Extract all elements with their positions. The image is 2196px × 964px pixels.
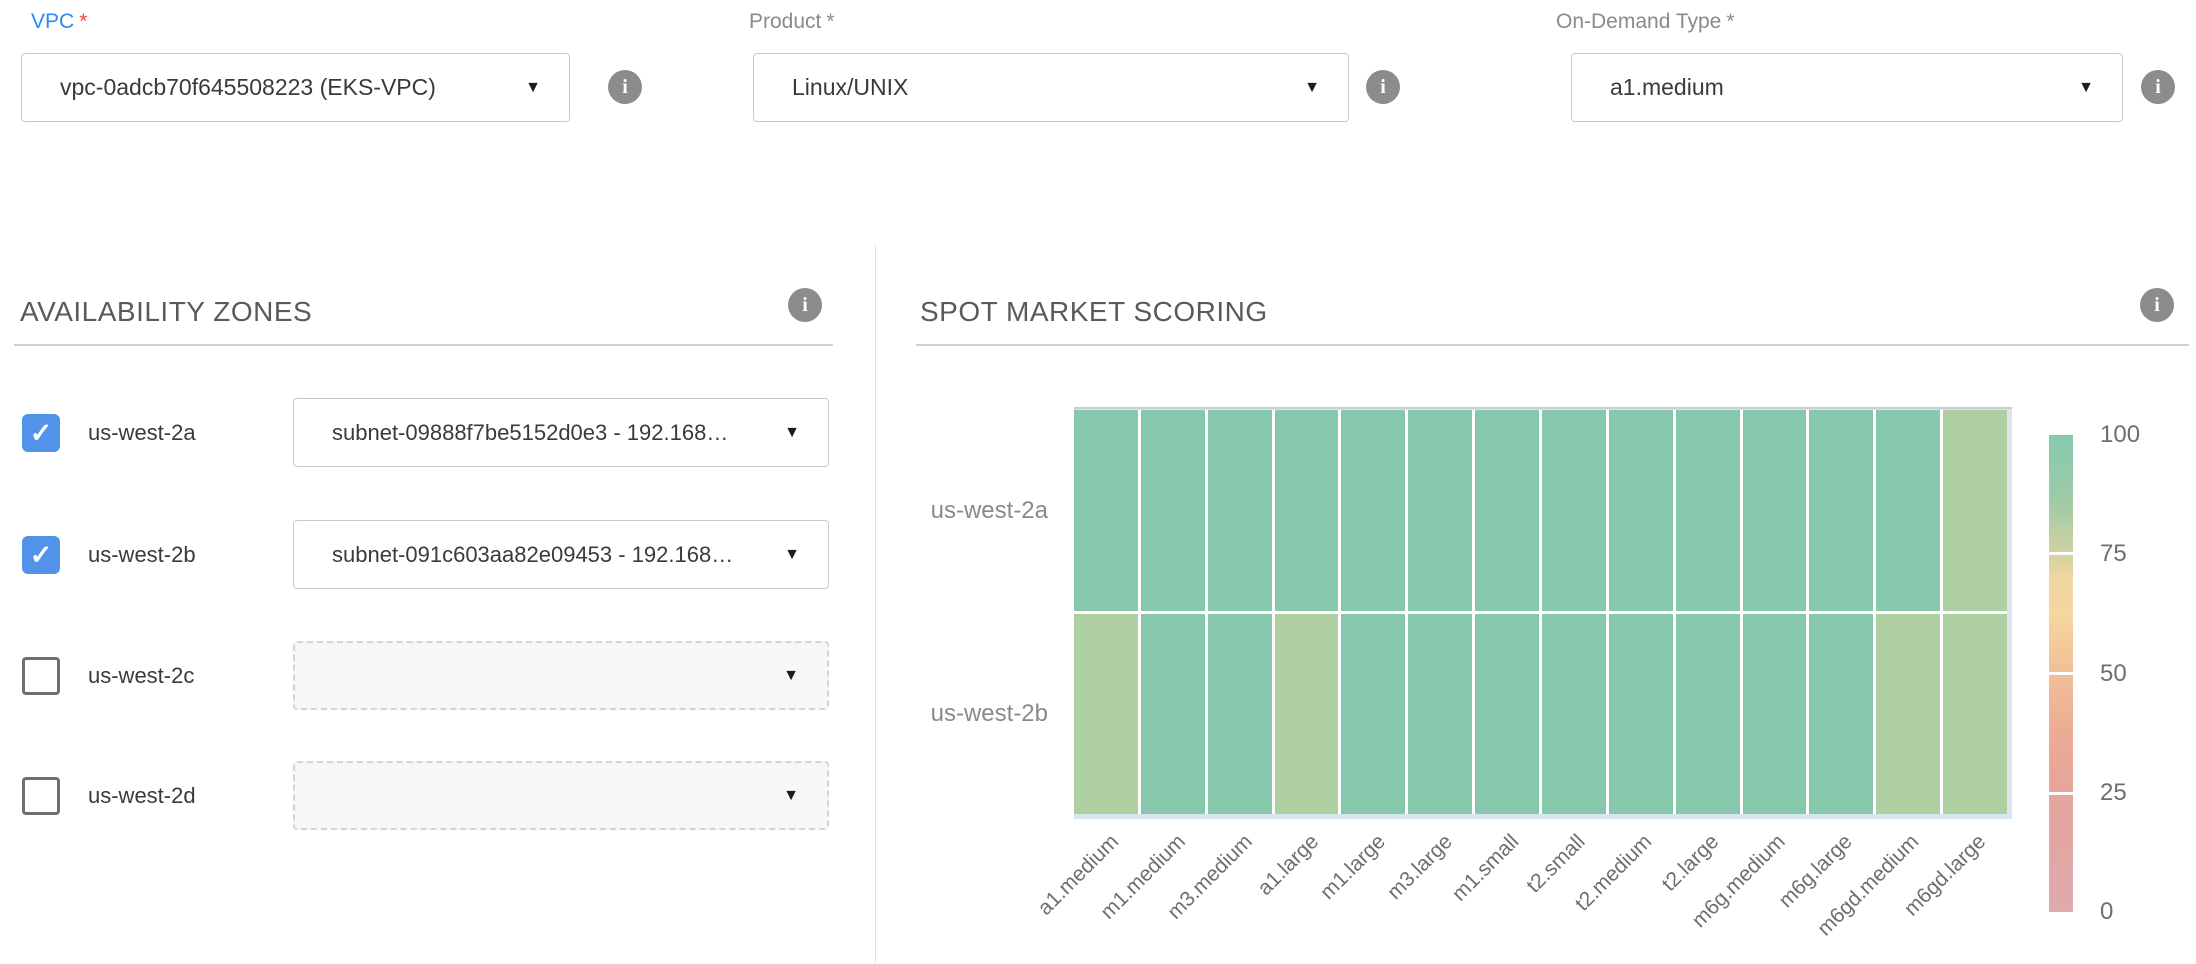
- required-asterisk: *: [826, 10, 834, 33]
- spot-config-page: VPC* vpc-0adcb70f645508223 (EKS-VPC) ▼ i…: [0, 0, 2196, 964]
- chevron-down-icon: ▼: [783, 668, 799, 684]
- heatmap-cell-us-west-2b-t2.medium: [1609, 614, 1673, 815]
- product-label-text: Product: [749, 10, 821, 33]
- x-axis-label-m3.large: m3.large: [1383, 830, 1458, 905]
- chevron-down-icon: ▼: [784, 425, 800, 441]
- required-asterisk: *: [1726, 10, 1734, 33]
- heatmap-cell-us-west-2b-m1.medium: [1141, 614, 1205, 815]
- heatmap-cell-us-west-2b-a1.large: [1275, 614, 1339, 815]
- y-axis-label-us-west-2a: us-west-2a: [878, 497, 1048, 525]
- heatmap-cell-us-west-2b-m6gd.medium: [1876, 614, 1940, 815]
- heatmap-cell-us-west-2a-m1.medium: [1141, 410, 1205, 611]
- heatmap-cell-us-west-2b-a1.medium: [1074, 614, 1138, 815]
- vpc-label: VPC*: [31, 10, 87, 34]
- zone-label: us-west-2d: [88, 761, 196, 830]
- checkbox-us-west-2a[interactable]: ✓: [22, 414, 60, 452]
- subnet-select-value: subnet-091c603aa82e09453 - 192.168…: [294, 542, 772, 568]
- heatmap-cell-us-west-2a-m1.small: [1475, 410, 1539, 611]
- heatmap-cell-us-west-2a-m6gd.large: [1943, 410, 2007, 611]
- checkbox-us-west-2d[interactable]: ✓: [22, 777, 60, 815]
- zone-label: us-west-2a: [88, 398, 196, 467]
- heatmap-cell-us-west-2a-m3.large: [1408, 410, 1472, 611]
- chevron-down-icon: ▼: [784, 547, 800, 563]
- on-demand-type-label-text: On-Demand Type: [1556, 10, 1721, 33]
- vpc-info-icon[interactable]: i: [608, 70, 642, 104]
- product-label: Product*: [749, 10, 835, 34]
- subnet-select-value: subnet-09888f7be5152d0e3 - 192.168…: [294, 420, 772, 446]
- legend-tick-label-50: 50: [2100, 660, 2127, 688]
- heatmap-cell-us-west-2b-m3.large: [1408, 614, 1472, 815]
- heatmap-cell-us-west-2a-t2.small: [1542, 410, 1606, 611]
- on-demand-type-select[interactable]: a1.medium ▼: [1571, 53, 2123, 122]
- heatmap-cell-us-west-2b-m6g.large: [1809, 614, 1873, 815]
- availability-zones-info-icon[interactable]: i: [788, 288, 822, 322]
- y-axis-label-us-west-2b: us-west-2b: [878, 700, 1048, 728]
- heatmap-cell-us-west-2b-m1.large: [1341, 614, 1405, 815]
- heatmap-cell-us-west-2a-m3.medium: [1208, 410, 1272, 611]
- section-divider: [916, 344, 2189, 346]
- heatmap-grid: [1074, 410, 2007, 814]
- legend-tick: [2049, 552, 2073, 555]
- heatmap-cell-us-west-2a-m6g.large: [1809, 410, 1873, 611]
- legend-tick-label-0: 0: [2100, 898, 2113, 926]
- az-row-us-west-2d: ✓ us-west-2d ▼: [0, 761, 875, 830]
- x-axis-label-m1.large: m1.large: [1316, 830, 1391, 905]
- required-asterisk: *: [79, 10, 87, 33]
- subnet-select-us-west-2c[interactable]: ▼: [293, 641, 829, 710]
- product-select-value: Linux/UNIX: [754, 74, 1292, 101]
- panel-divider: [875, 244, 876, 964]
- checkbox-us-west-2b[interactable]: ✓: [22, 536, 60, 574]
- heatmap-legend-gradient: [2049, 435, 2073, 912]
- legend-tick-label-100: 100: [2100, 421, 2140, 449]
- on-demand-type-info-icon[interactable]: i: [2141, 70, 2175, 104]
- legend-tick-label-75: 75: [2100, 540, 2127, 568]
- heatmap-cell-us-west-2a-a1.medium: [1074, 410, 1138, 611]
- heatmap-cell-us-west-2a-m6gd.medium: [1876, 410, 1940, 611]
- spot-market-scoring-info-icon[interactable]: i: [2140, 288, 2174, 322]
- heatmap-cell-us-west-2b-m1.small: [1475, 614, 1539, 815]
- heatmap-cell-us-west-2a-t2.medium: [1609, 410, 1673, 611]
- subnet-select-us-west-2a[interactable]: subnet-09888f7be5152d0e3 - 192.168… ▼: [293, 398, 829, 467]
- vpc-select-value: vpc-0adcb70f645508223 (EKS-VPC): [22, 74, 513, 101]
- chevron-down-icon: ▼: [2078, 80, 2094, 96]
- legend-tick: [2049, 792, 2073, 795]
- spot-scoring-heatmap: [1074, 407, 2012, 819]
- zone-label: us-west-2b: [88, 520, 196, 589]
- on-demand-type-label: On-Demand Type*: [1556, 10, 1735, 34]
- x-axis-label-a1.large: a1.large: [1254, 830, 1325, 901]
- heatmap-cell-us-west-2b-t2.large: [1676, 614, 1740, 815]
- x-axis-label-t2.large: t2.large: [1658, 830, 1725, 897]
- legend-tick: [2049, 672, 2073, 675]
- subnet-select-us-west-2b[interactable]: subnet-091c603aa82e09453 - 192.168… ▼: [293, 520, 829, 589]
- legend-tick-label-25: 25: [2100, 779, 2127, 807]
- vpc-select[interactable]: vpc-0adcb70f645508223 (EKS-VPC) ▼: [21, 53, 570, 122]
- check-icon: ✓: [30, 420, 53, 447]
- x-axis-label-m1.small: m1.small: [1448, 830, 1524, 906]
- availability-zones-heading: AVAILABILITY ZONES: [20, 296, 312, 328]
- az-row-us-west-2b: ✓ us-west-2b subnet-091c603aa82e09453 - …: [0, 520, 875, 589]
- heatmap-cell-us-west-2a-a1.large: [1275, 410, 1339, 611]
- az-row-us-west-2c: ✓ us-west-2c ▼: [0, 641, 875, 710]
- heatmap-cell-us-west-2b-m6g.medium: [1743, 614, 1807, 815]
- heatmap-cell-us-west-2a-m6g.medium: [1743, 410, 1807, 611]
- checkbox-us-west-2c[interactable]: ✓: [22, 657, 60, 695]
- chevron-down-icon: ▼: [1304, 80, 1320, 96]
- subnet-select-us-west-2d[interactable]: ▼: [293, 761, 829, 830]
- chevron-down-icon: ▼: [783, 788, 799, 804]
- heatmap-cell-us-west-2a-t2.large: [1676, 410, 1740, 611]
- vpc-label-text: VPC: [31, 10, 74, 33]
- heatmap-cell-us-west-2a-m1.large: [1341, 410, 1405, 611]
- product-info-icon[interactable]: i: [1366, 70, 1400, 104]
- on-demand-type-select-value: a1.medium: [1572, 74, 2066, 101]
- heatmap-cell-us-west-2b-t2.small: [1542, 614, 1606, 815]
- section-divider: [14, 344, 833, 346]
- check-icon: ✓: [30, 542, 53, 569]
- heatmap-cell-us-west-2b-m3.medium: [1208, 614, 1272, 815]
- heatmap-cell-us-west-2b-m6gd.large: [1943, 614, 2007, 815]
- spot-market-scoring-heading: SPOT MARKET SCORING: [920, 296, 1268, 328]
- az-row-us-west-2a: ✓ us-west-2a subnet-09888f7be5152d0e3 - …: [0, 398, 875, 467]
- chevron-down-icon: ▼: [525, 80, 541, 96]
- product-select[interactable]: Linux/UNIX ▼: [753, 53, 1349, 122]
- zone-label: us-west-2c: [88, 641, 194, 710]
